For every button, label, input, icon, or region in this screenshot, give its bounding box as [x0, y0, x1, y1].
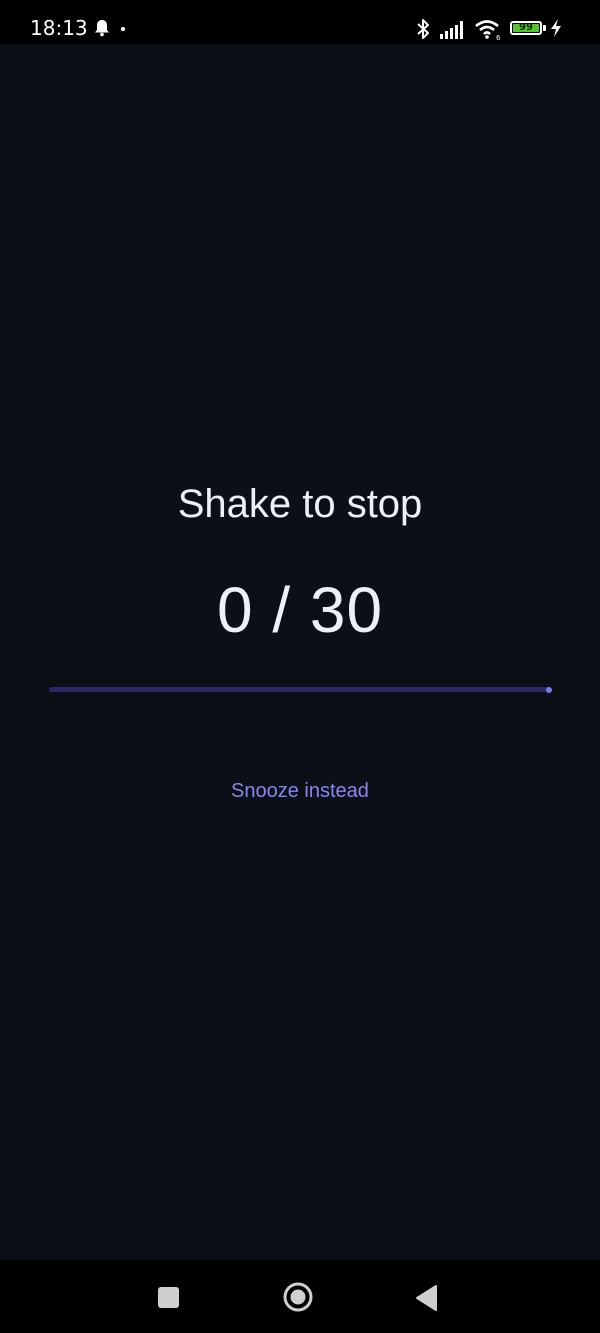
alarm-shake-screen: 18:13 6 99 Shake to stop 0 / 30 Snooze i… — [0, 0, 600, 1333]
notification-bell-icon — [95, 20, 109, 37]
status-bar: 18:13 6 99 — [0, 0, 600, 44]
back-icon[interactable] — [414, 1284, 440, 1312]
page-title: Shake to stop — [177, 482, 423, 526]
recents-icon[interactable] — [158, 1287, 179, 1308]
progress-end-dot — [546, 686, 552, 693]
bluetooth-icon — [417, 19, 429, 39]
status-time: 18:13 — [30, 16, 88, 40]
shake-counter: 0 / 30 — [216, 574, 384, 646]
home-icon[interactable] — [282, 1281, 314, 1313]
status-icons: 6 99 — [416, 17, 566, 41]
battery-icon: 99 — [510, 21, 542, 35]
snooze-button[interactable]: Snooze instead — [0, 778, 600, 804]
navigation-bar — [0, 1260, 600, 1333]
battery-level: 99 — [519, 22, 533, 33]
battery-tip — [543, 25, 546, 31]
signal-icon — [440, 21, 463, 39]
shake-progress-bar — [49, 686, 552, 693]
dot-icon — [121, 27, 125, 31]
wifi-icon: 6 — [475, 20, 501, 41]
charging-bolt-icon — [551, 19, 561, 37]
svg-text:6: 6 — [496, 34, 501, 41]
